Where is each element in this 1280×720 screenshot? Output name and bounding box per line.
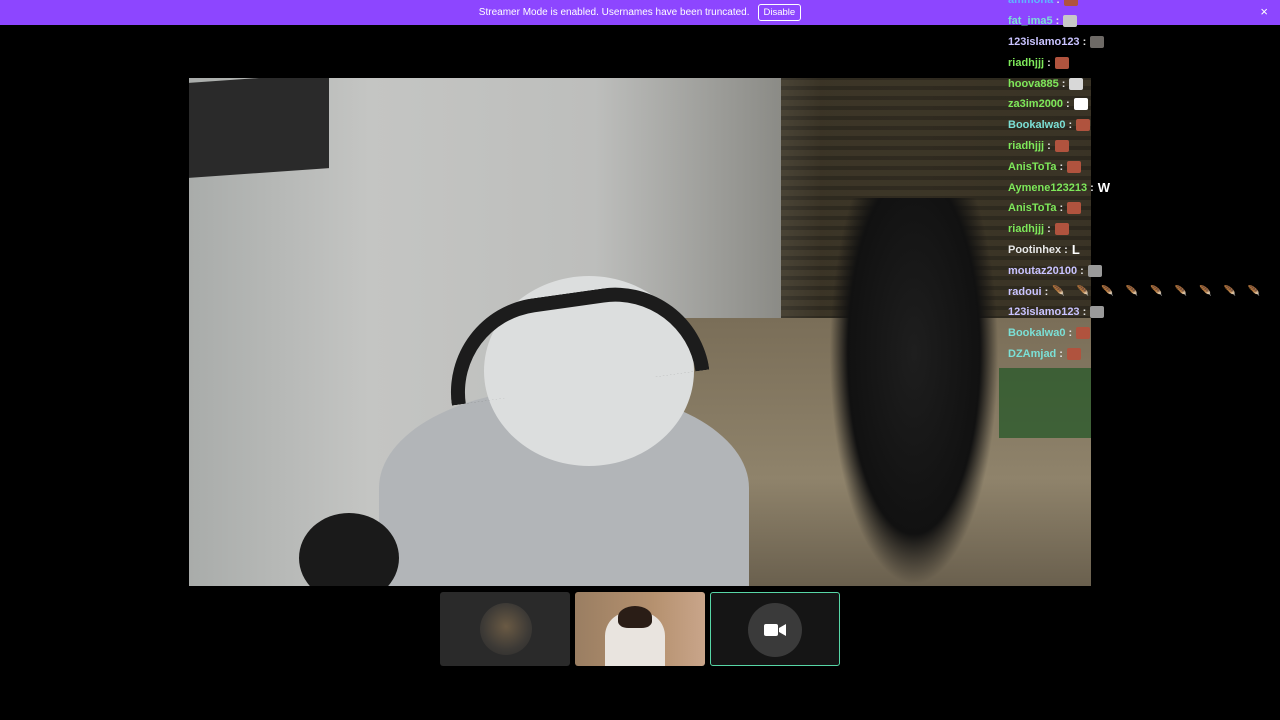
chat-message: hoova885: [1008, 73, 1268, 94]
chat-username[interactable]: Bookalwa0 [1008, 119, 1065, 131]
chat-username[interactable]: AnisToTa [1008, 202, 1056, 214]
chat-username[interactable]: riadhjjj [1008, 57, 1044, 69]
emote-red-face-icon [1067, 202, 1082, 215]
chat-message: AnisToTa: [1008, 198, 1268, 219]
emote-red-face-icon [1067, 160, 1082, 173]
chat-separator: : [1059, 347, 1063, 360]
emote-l-icon: L [1071, 242, 1080, 258]
chat-separator: : [1056, 0, 1060, 7]
emote-red-face-icon [1054, 139, 1069, 152]
chat-message: Bookalwa0: [1008, 115, 1268, 136]
chat-username[interactable]: riadhjjj [1008, 140, 1044, 152]
chat-separator: : [1047, 139, 1051, 152]
chat-username[interactable]: DZAmjad [1008, 348, 1056, 360]
participant-tile-avatar[interactable] [440, 592, 570, 666]
chat-username[interactable]: fat_ima5 [1008, 15, 1053, 27]
chat-message: Aymene123213: W [1008, 177, 1268, 198]
chat-separator: : [1082, 35, 1087, 48]
emote-red-face-icon [1054, 56, 1069, 69]
emote-red-face-icon [1066, 347, 1081, 360]
chat-separator: : [1044, 285, 1049, 298]
chat-message: radoui: 🪶🪶🪶🪶🪶🪶🪶🪶🪶 [1008, 281, 1268, 302]
chat-separator: : [1090, 181, 1094, 194]
emote-red-face-icon [1076, 119, 1091, 132]
chat-separator: : [1047, 223, 1051, 236]
avatar [480, 603, 532, 655]
emote-cat-icon [1063, 15, 1078, 28]
disable-streamer-mode-button[interactable]: Disable [757, 4, 802, 21]
chat-separator: : [1068, 327, 1073, 340]
chat-separator: : [1080, 264, 1084, 277]
chat-message: 123islamo123: [1008, 302, 1268, 323]
emote-white-creature-icon [1069, 77, 1084, 90]
chat-message: moutaz20100: [1008, 260, 1268, 281]
video-motorcycle [829, 198, 999, 586]
chat-username[interactable]: Pootinhex [1008, 244, 1061, 256]
emote-frame-icon [1087, 264, 1102, 277]
chat-message: ammona: [1008, 0, 1268, 11]
chat-separator: : [1061, 77, 1066, 90]
chat-separator: : [1064, 243, 1068, 256]
chat-overlay: ammona: fat_ima5:123islamo123: riadhjjj: ho… [1008, 0, 1268, 364]
emote-red-face-icon [1076, 327, 1091, 340]
participant-tiles [440, 592, 840, 666]
chat-username[interactable]: ammona [1008, 0, 1053, 6]
emote-w-icon: W [1097, 180, 1111, 196]
chat-message: DZAmjad: [1008, 344, 1268, 365]
chat-separator: : [1068, 119, 1073, 132]
chat-username[interactable]: Aymene123213 [1008, 182, 1087, 194]
video-background-window [189, 78, 329, 178]
chat-username[interactable]: moutaz20100 [1008, 265, 1077, 277]
chat-username[interactable]: Bookalwa0 [1008, 327, 1065, 339]
chat-username[interactable]: 123islamo123 [1008, 306, 1080, 318]
chat-username[interactable]: AnisToTa [1008, 161, 1056, 173]
chat-message: Pootinhex: L [1008, 240, 1268, 261]
chat-message: 123islamo123: [1008, 32, 1268, 53]
chat-message: AnisToTa: [1008, 156, 1268, 177]
chat-separator: : [1059, 160, 1064, 173]
camera-button[interactable] [748, 603, 802, 657]
chat-message: fat_ima5: [1008, 11, 1268, 32]
chat-username[interactable]: hoova885 [1008, 78, 1059, 90]
chat-username[interactable]: riadhjjj [1008, 223, 1044, 235]
emote-drops-icon: 🪶🪶🪶🪶🪶🪶🪶🪶🪶 [1052, 286, 1273, 298]
chat-message: riadhjjj: [1008, 136, 1268, 157]
streamer-mode-message: Streamer Mode is enabled. Usernames have… [478, 7, 750, 18]
participant-tile-camera[interactable] [710, 592, 840, 666]
webcam-person-hair [618, 606, 652, 628]
chat-username[interactable]: 123islamo123 [1008, 36, 1080, 48]
main-video-feed [189, 78, 1091, 586]
emote-mute-speaker-icon [1073, 98, 1088, 111]
participant-tile-webcam[interactable] [575, 592, 705, 666]
emote-red-face-icon [1063, 0, 1078, 7]
chat-separator: : [1047, 56, 1051, 69]
emote-frame-icon [1090, 306, 1105, 319]
chat-separator: : [1059, 202, 1064, 215]
chat-message: riadhjjj: [1008, 52, 1268, 73]
chat-username[interactable]: za3im2000 [1008, 98, 1063, 110]
chat-separator: : [1082, 306, 1087, 319]
video-camera-icon [764, 624, 786, 636]
chat-username[interactable]: radoui [1008, 286, 1042, 298]
chat-message: riadhjjj: [1008, 219, 1268, 240]
chat-separator: : [1055, 15, 1060, 28]
emote-gray-face-icon [1090, 35, 1105, 48]
chat-message: za3im2000: [1008, 94, 1268, 115]
chat-message: Bookalwa0: [1008, 323, 1268, 344]
emote-red-face-icon [1054, 223, 1069, 236]
chat-separator: : [1066, 98, 1070, 111]
video-green-object [999, 368, 1091, 438]
